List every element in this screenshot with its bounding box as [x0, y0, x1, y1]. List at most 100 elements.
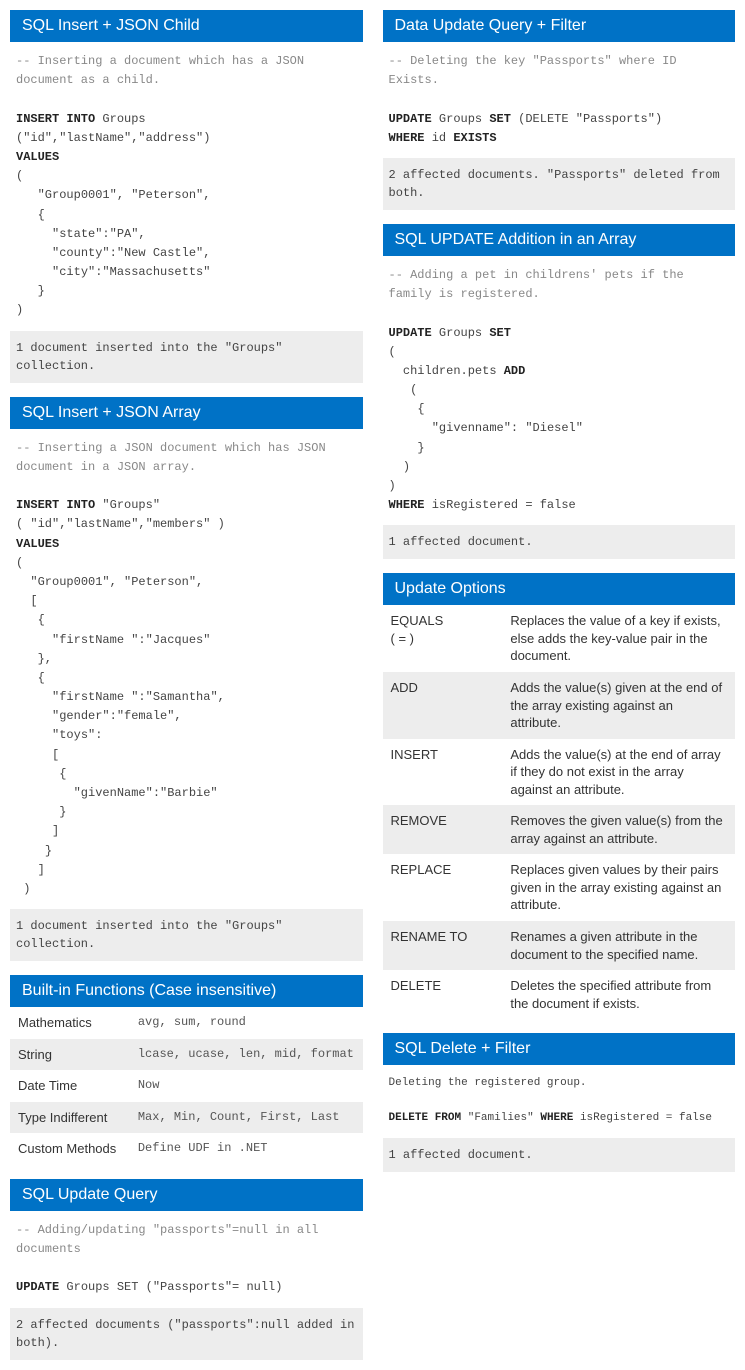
card-update-options: Update Options EQUALS ( = )Replaces the … [383, 573, 736, 1019]
kw-where: WHERE [389, 131, 425, 145]
code-block: -- Adding/updating "passports"=null in a… [10, 1211, 363, 1308]
kw-values: VALUES [16, 537, 59, 551]
option-desc: Renames a given attribute in the documen… [502, 921, 735, 970]
card-sql-insert-json-array: SQL Insert + JSON Array -- Inserting a J… [10, 397, 363, 962]
code-text: ( { "givenname": "Diesel" } ) ) [389, 383, 583, 493]
option-desc: Replaces the value of a key if exists, e… [502, 605, 735, 672]
kw-exists: EXISTS [453, 131, 496, 145]
table-row: Date TimeNow [10, 1070, 363, 1102]
code-text: ( children.pets [389, 345, 504, 378]
code-comment: -- Deleting the key "Passports" where ID… [389, 54, 684, 87]
table-row: DELETEDeletes the specified attribute fr… [383, 970, 736, 1019]
kw-set: SET [489, 112, 511, 126]
code-comment: Deleting the registered group. [389, 1077, 587, 1089]
result-block: 1 affected document. [383, 525, 736, 559]
result-block: 1 document inserted into the "Groups" co… [10, 331, 363, 383]
card-header: SQL Insert + JSON Array [10, 397, 363, 429]
table-row: INSERTAdds the value(s) at the end of ar… [383, 739, 736, 806]
option-desc: Deletes the specified attribute from the… [502, 970, 735, 1019]
code-comment: -- Adding a pet in childrens' pets if th… [389, 268, 691, 301]
fn-list: Max, Min, Count, First, Last [130, 1102, 363, 1134]
kw-values: VALUES [16, 150, 59, 164]
fn-list: lcase, ucase, len, mid, format [130, 1039, 363, 1071]
option-name: REPLACE [383, 854, 503, 921]
table-row: RENAME TORenames a given attribute in th… [383, 921, 736, 970]
code-text: (DELETE "Passports") [511, 112, 662, 126]
fn-list: Define UDF in .NET [130, 1133, 363, 1165]
card-sql-update-addition-array: SQL UPDATE Addition in an Array -- Addin… [383, 224, 736, 559]
code-text: Groups [432, 326, 490, 340]
code-comment: -- Inserting a document which has a JSON… [16, 54, 311, 87]
code-text: Groups [95, 112, 145, 126]
option-desc: Removes the given value(s) from the arra… [502, 805, 735, 854]
kw-add: ADD [504, 364, 526, 378]
kw-where: WHERE [540, 1112, 573, 1124]
code-comment: -- Inserting a JSON document which has J… [16, 441, 333, 474]
code-text: ( "id","lastName","members" ) [16, 517, 225, 531]
fn-category: String [10, 1039, 130, 1071]
functions-table: Mathematicsavg, sum, round Stringlcase, … [10, 1007, 363, 1165]
card-header: SQL UPDATE Addition in an Array [383, 224, 736, 256]
table-row: Mathematicsavg, sum, round [10, 1007, 363, 1039]
kw-delete-from: DELETE FROM [389, 1112, 462, 1124]
code-block: Deleting the registered group. DELETE FR… [383, 1065, 736, 1138]
code-text: id [425, 131, 454, 145]
table-row: EQUALS ( = )Replaces the value of a key … [383, 605, 736, 672]
table-row: REMOVERemoves the given value(s) from th… [383, 805, 736, 854]
code-text: ( "Group0001", "Peterson", [ { "firstNam… [16, 556, 225, 896]
code-block: -- Inserting a JSON document which has J… [10, 429, 363, 910]
code-block: -- Inserting a document which has a JSON… [10, 42, 363, 331]
option-desc: Adds the value(s) given at the end of th… [502, 672, 735, 739]
code-text: "Families" [461, 1112, 540, 1124]
card-sql-update-query: SQL Update Query -- Adding/updating "pas… [10, 1179, 363, 1360]
code-text: isRegistered = false [425, 498, 576, 512]
card-header: Built-in Functions (Case insensitive) [10, 975, 363, 1007]
code-block: -- Adding a pet in childrens' pets if th… [383, 256, 736, 525]
option-name: INSERT [383, 739, 503, 806]
option-name: RENAME TO [383, 921, 503, 970]
card-header: SQL Insert + JSON Child [10, 10, 363, 42]
result-block: 2 affected documents ("passports":null a… [10, 1308, 363, 1360]
card-data-update-filter: Data Update Query + Filter -- Deleting t… [383, 10, 736, 210]
option-name: DELETE [383, 970, 503, 1019]
result-block: 1 document inserted into the "Groups" co… [10, 909, 363, 961]
kw-insert-into: INSERT INTO [16, 498, 95, 512]
fn-category: Mathematics [10, 1007, 130, 1039]
kw-insert-into: INSERT INTO [16, 112, 95, 126]
fn-list: avg, sum, round [130, 1007, 363, 1039]
option-name: ADD [383, 672, 503, 739]
option-name: EQUALS ( = ) [383, 605, 503, 672]
code-text: ( "Group0001", "Peterson", { "state":"PA… [16, 169, 210, 317]
page: SQL Insert + JSON Child -- Inserting a d… [10, 10, 735, 1360]
kw-update: UPDATE [16, 1280, 59, 1294]
kw-where: WHERE [389, 498, 425, 512]
code-block: -- Deleting the key "Passports" where ID… [383, 42, 736, 158]
fn-category: Date Time [10, 1070, 130, 1102]
result-block: 1 affected document. [383, 1138, 736, 1172]
table-row: Stringlcase, ucase, len, mid, format [10, 1039, 363, 1071]
table-row: ADDAdds the value(s) given at the end of… [383, 672, 736, 739]
code-comment: -- Adding/updating "passports"=null in a… [16, 1223, 326, 1256]
option-name: REMOVE [383, 805, 503, 854]
card-header: SQL Update Query [10, 1179, 363, 1211]
code-text: Groups SET ("Passports"= null) [59, 1280, 282, 1294]
kw-update: UPDATE [389, 112, 432, 126]
code-text: isRegistered = false [573, 1112, 712, 1124]
fn-category: Custom Methods [10, 1133, 130, 1165]
option-desc: Adds the value(s) at the end of array if… [502, 739, 735, 806]
fn-list: Now [130, 1070, 363, 1102]
left-column: SQL Insert + JSON Child -- Inserting a d… [10, 10, 363, 1360]
card-sql-delete-filter: SQL Delete + Filter Deleting the registe… [383, 1033, 736, 1172]
card-header: SQL Delete + Filter [383, 1033, 736, 1065]
card-builtin-functions: Built-in Functions (Case insensitive) Ma… [10, 975, 363, 1165]
code-text: ("id","lastName","address") [16, 131, 210, 145]
card-header: Data Update Query + Filter [383, 10, 736, 42]
card-header: Update Options [383, 573, 736, 605]
kw-set: SET [489, 326, 511, 340]
table-row: Type IndifferentMax, Min, Count, First, … [10, 1102, 363, 1134]
result-block: 2 affected documents. "Passports" delete… [383, 158, 736, 210]
code-text: "Groups" [95, 498, 160, 512]
fn-category: Type Indifferent [10, 1102, 130, 1134]
table-row: REPLACEReplaces given values by their pa… [383, 854, 736, 921]
table-row: Custom MethodsDefine UDF in .NET [10, 1133, 363, 1165]
